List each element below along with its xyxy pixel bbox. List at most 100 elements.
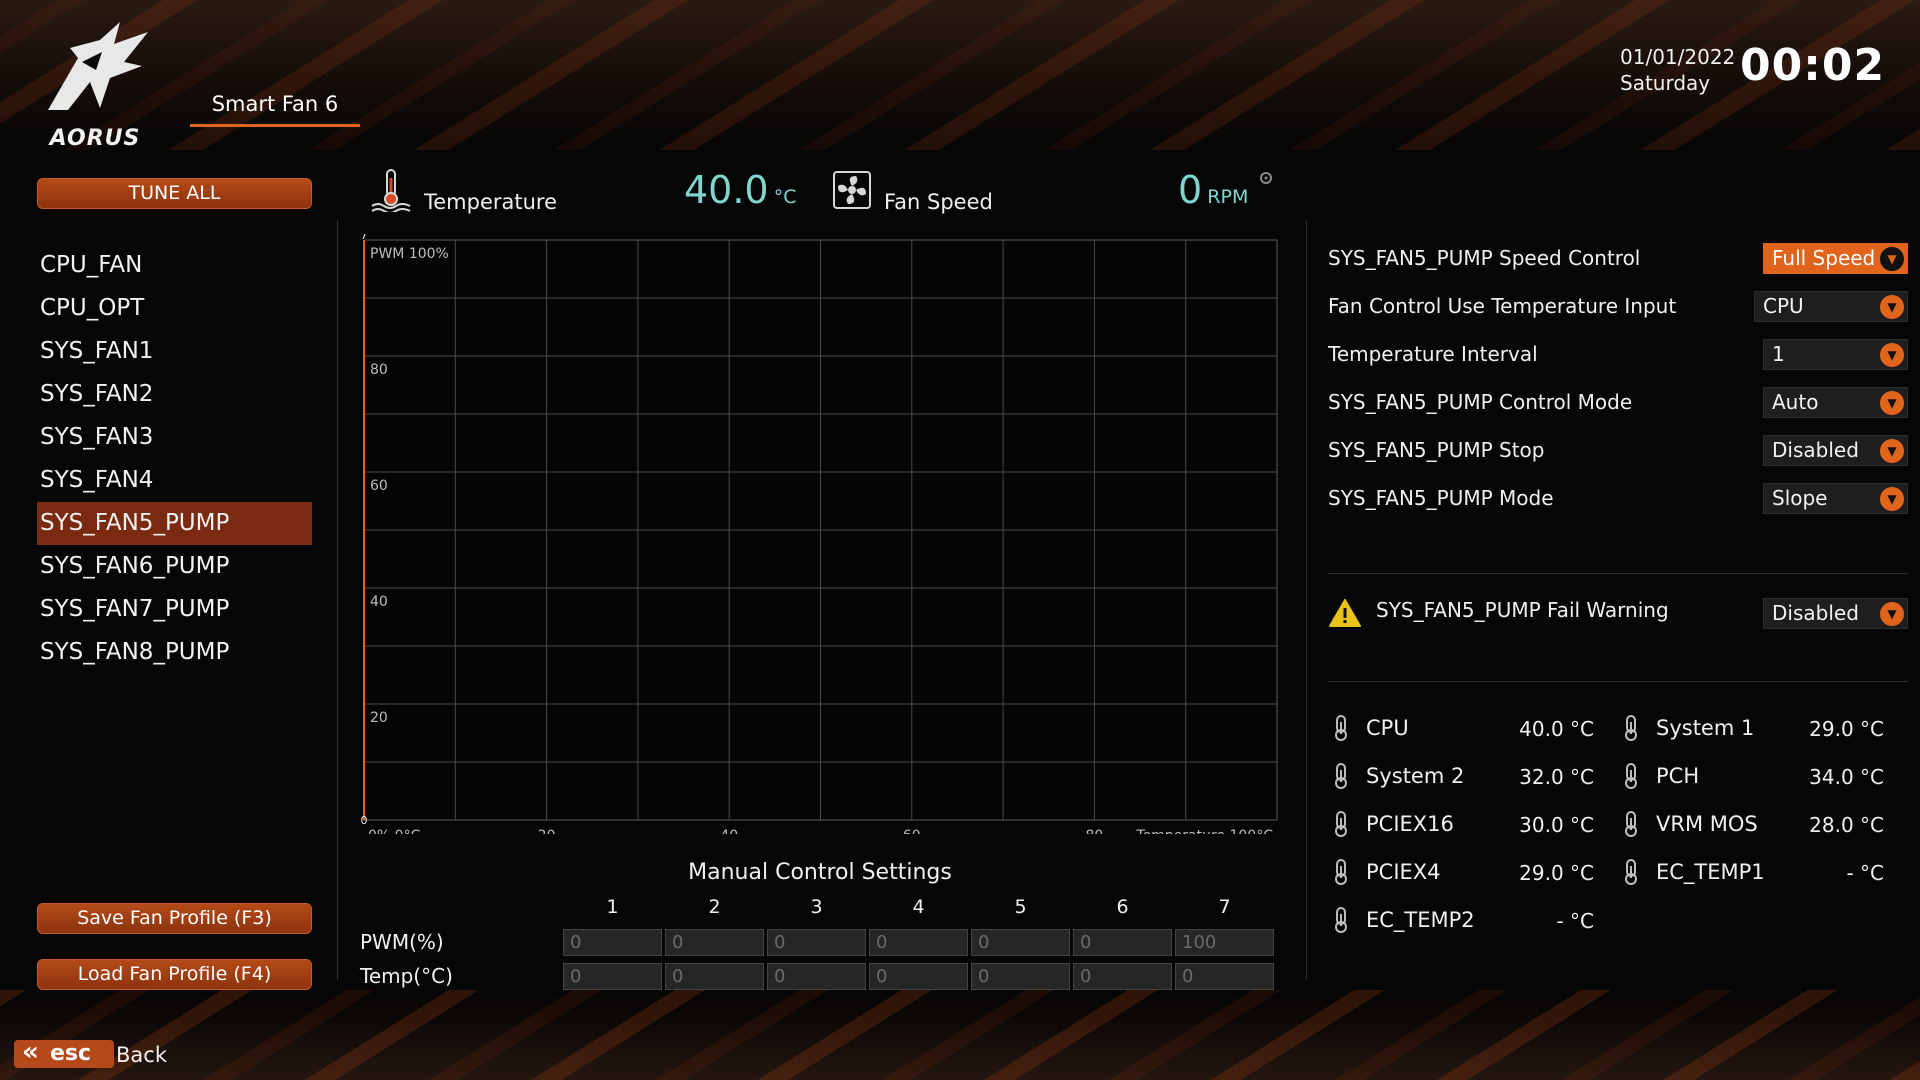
date-display: 01/01/2022 Saturday	[1620, 44, 1735, 96]
temps-divider	[1328, 681, 1908, 682]
settings-divider	[1328, 573, 1908, 574]
thermometer-icon	[1620, 858, 1642, 890]
chart-y-tick-label: 60	[370, 478, 388, 494]
temp-sensor-value: - °C	[1556, 909, 1594, 933]
chart-y-axis-label: PWM 100%	[370, 246, 449, 262]
temp-sensor-value: 29.0 °C	[1809, 717, 1884, 741]
chart-x-axis-label: Temperature 100°C	[1135, 828, 1273, 834]
pwm-input-7[interactable]: 100	[1175, 929, 1274, 956]
setting-label-4: SYS_FAN5_PUMP Stop	[1328, 438, 1545, 462]
temp-sensor-label: CPU	[1366, 716, 1409, 740]
temp-input-7[interactable]: 0	[1175, 963, 1274, 990]
sidebar-item-cpu-fan[interactable]: CPU_FAN	[37, 244, 312, 287]
chevron-down-icon: ▼	[1880, 602, 1904, 626]
fail-warning-dropdown[interactable]: Disabled ▼	[1763, 598, 1908, 629]
temp-sensor-label: EC_TEMP2	[1366, 908, 1475, 932]
pwm-row-label: PWM(%)	[360, 930, 444, 954]
fan-curve-chart[interactable]: 80 60 40 20 PWM 100% 20 40 60 80 0%,0°C Temperatur…	[360, 229, 1280, 844]
thermometer-stat-icon	[370, 168, 412, 216]
column-header-5: 5	[1014, 896, 1027, 918]
pwm-input-1[interactable]: 0	[563, 929, 662, 956]
temp-sensor-label: VRM MOS	[1656, 812, 1758, 836]
tune-all-button[interactable]: TUNE ALL	[37, 178, 312, 209]
thermometer-icon	[1620, 762, 1642, 794]
pwm-input-5[interactable]: 0	[971, 929, 1070, 956]
chart-origin-label: 0%,0°C	[368, 828, 421, 834]
sidebar-item-cpu-opt[interactable]: CPU_OPT	[37, 287, 312, 330]
temp-input-5[interactable]: 0	[971, 963, 1070, 990]
warning-icon	[1328, 598, 1362, 632]
sidebar-item-sys-fan2[interactable]: SYS_FAN2	[37, 373, 312, 416]
pwm-input-3[interactable]: 0	[767, 929, 866, 956]
setting-dropdown-0[interactable]: Full Speed ▼	[1763, 243, 1908, 274]
sidebar-item-sys-fan4[interactable]: SYS_FAN4	[37, 459, 312, 502]
setting-dropdown-4[interactable]: Disabled ▼	[1763, 435, 1908, 466]
fan-speed-unit: RPM	[1207, 186, 1249, 208]
temperature-value: 40.0	[684, 168, 769, 212]
setting-dropdown-3[interactable]: Auto ▼	[1763, 387, 1908, 418]
thermometer-icon	[1330, 714, 1352, 746]
thermometer-icon	[1330, 906, 1352, 938]
temp-sensor-label: System 1	[1656, 716, 1755, 740]
temp-sensor-value: 28.0 °C	[1809, 813, 1884, 837]
thermometer-icon	[1620, 714, 1642, 746]
setting-value-5: Slope	[1772, 486, 1828, 510]
chevron-down-icon: ▼	[1880, 343, 1904, 367]
setting-label-2: Temperature Interval	[1328, 342, 1538, 366]
temp-input-2[interactable]: 0	[665, 963, 764, 990]
chevron-down-icon: ▼	[1880, 295, 1904, 319]
chart-x-tick-label: 80	[1085, 828, 1103, 834]
temp-sensor-label: PCH	[1656, 764, 1700, 788]
temp-sensor-value: 30.0 °C	[1519, 813, 1594, 837]
temp-sensor-value: 40.0 °C	[1519, 717, 1594, 741]
pwm-input-4[interactable]: 0	[869, 929, 968, 956]
chevron-down-icon: ▼	[1880, 439, 1904, 463]
load-fan-profile-button[interactable]: Load Fan Profile (F4)	[37, 959, 312, 990]
temp-sensor-value: 32.0 °C	[1519, 765, 1594, 789]
chart-x-tick-label: 60	[903, 828, 921, 834]
chart-x-tick-label: 40	[720, 828, 738, 834]
sidebar-item-sys-fan6-pump[interactable]: SYS_FAN6_PUMP	[37, 545, 312, 588]
temp-input-6[interactable]: 0	[1073, 963, 1172, 990]
setting-dropdown-2[interactable]: 1 ▼	[1763, 339, 1908, 370]
setting-label-5: SYS_FAN5_PUMP Mode	[1328, 486, 1554, 510]
temp-input-1[interactable]: 0	[563, 963, 662, 990]
pwm-input-6[interactable]: 0	[1073, 929, 1172, 956]
tab-underline	[190, 124, 360, 127]
divider-right	[1306, 220, 1307, 980]
thermometer-icon	[1330, 762, 1352, 794]
temp-sensor-value: - °C	[1846, 861, 1884, 885]
thermometer-icon	[1330, 858, 1352, 890]
date-text: 01/01/2022	[1620, 45, 1736, 69]
setting-value-0: Full Speed	[1772, 246, 1876, 270]
fan-speed-value: 0	[1178, 168, 1203, 212]
temperature-unit: °C	[773, 186, 797, 208]
chart-y-tick-label: 20	[370, 710, 388, 726]
fan-speed-label: Fan Speed	[884, 190, 993, 214]
fan-stat-icon	[832, 170, 872, 214]
fan-curve-svg[interactable]: 80 60 40 20 PWM 100% 20 40 60 80 0%,0°C Temperatur…	[360, 229, 1280, 844]
temp-sensor-value: 29.0 °C	[1519, 861, 1594, 885]
temp-sensor-label: PCIEX4	[1366, 860, 1441, 884]
setting-value-2: 1	[1772, 342, 1785, 366]
save-fan-profile-button[interactable]: Save Fan Profile (F3)	[37, 903, 312, 934]
chart-y-tick-label: 80	[370, 362, 388, 378]
clock: 00:02	[1740, 40, 1886, 91]
pwm-input-2[interactable]: 0	[665, 929, 764, 956]
temperature-label: Temperature	[424, 190, 558, 214]
sidebar-item-sys-fan5-pump[interactable]: SYS_FAN5_PUMP	[37, 502, 312, 545]
sidebar-item-sys-fan7-pump[interactable]: SYS_FAN7_PUMP	[37, 588, 312, 631]
thermometer-icon	[1330, 810, 1352, 842]
setting-dropdown-1[interactable]: CPU ▼	[1754, 291, 1908, 322]
setting-label-3: SYS_FAN5_PUMP Control Mode	[1328, 390, 1633, 414]
setting-dropdown-5[interactable]: Slope ▼	[1763, 483, 1908, 514]
temp-input-4[interactable]: 0	[869, 963, 968, 990]
sidebar-item-sys-fan8-pump[interactable]: SYS_FAN8_PUMP	[37, 631, 312, 674]
column-header-1: 1	[606, 896, 619, 918]
sidebar-item-sys-fan1[interactable]: SYS_FAN1	[37, 330, 312, 373]
chart-point-marker: 0	[361, 814, 368, 827]
temp-input-3[interactable]: 0	[767, 963, 866, 990]
temp-sensor-label: PCIEX16	[1366, 812, 1454, 836]
fan-speed-readout: 0 RPM	[1178, 168, 1248, 212]
sidebar-item-sys-fan3[interactable]: SYS_FAN3	[37, 416, 312, 459]
